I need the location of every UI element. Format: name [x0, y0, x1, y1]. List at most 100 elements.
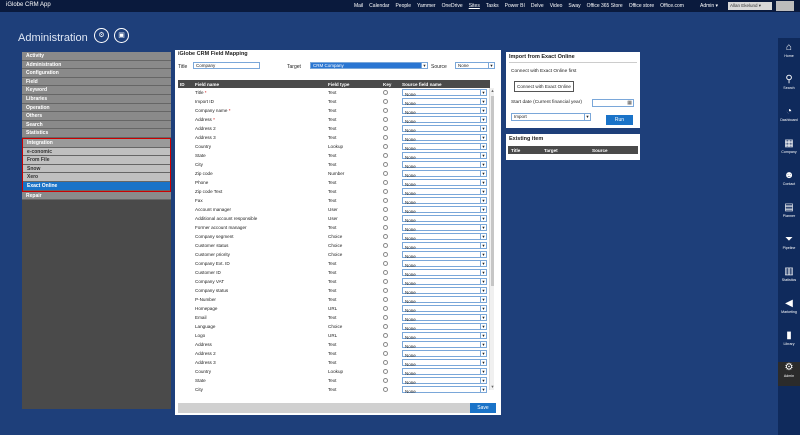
- source-field-select[interactable]: None ▼: [402, 269, 487, 277]
- key-radio[interactable]: [383, 288, 388, 293]
- sidebar-item[interactable]: Libraries: [22, 94, 171, 104]
- source-field-select[interactable]: None ▼: [402, 278, 487, 286]
- chevron-down-icon[interactable]: ▼: [480, 297, 486, 302]
- chevron-down-icon[interactable]: ▼: [480, 333, 486, 338]
- sidebar-item[interactable]: Others: [22, 112, 171, 121]
- app-title[interactable]: iGlobe CRM App: [6, 2, 51, 8]
- run-button[interactable]: Run: [606, 115, 633, 125]
- admin-menu[interactable]: Admin ▾: [700, 3, 718, 9]
- chevron-down-icon[interactable]: ▼: [480, 189, 486, 194]
- user-menu[interactable]: Allan Ekelund ▾: [728, 2, 772, 10]
- topnav-link[interactable]: Sway: [568, 3, 580, 9]
- sidebar-item[interactable]: Repair: [22, 191, 171, 201]
- key-radio[interactable]: [383, 162, 388, 167]
- chevron-down-icon[interactable]: ▼: [480, 243, 486, 248]
- topnav-link[interactable]: Power BI: [505, 3, 525, 9]
- source-field-select[interactable]: None ▼: [402, 134, 487, 142]
- rail-item-company[interactable]: ▦ Company: [778, 138, 800, 162]
- chevron-down-icon[interactable]: ▼: [480, 351, 486, 356]
- scroll-down-icon[interactable]: ▼: [490, 384, 495, 390]
- chevron-down-icon[interactable]: ▼: [480, 306, 486, 311]
- chevron-down-icon[interactable]: ▼: [421, 63, 427, 68]
- key-radio[interactable]: [383, 297, 388, 302]
- scroll-thumb[interactable]: [491, 96, 494, 286]
- sidebar-item[interactable]: Xero: [23, 173, 170, 182]
- chevron-down-icon[interactable]: ▼: [480, 360, 486, 365]
- chevron-down-icon[interactable]: ▼: [480, 234, 486, 239]
- chevron-down-icon[interactable]: ▼: [480, 279, 486, 284]
- key-radio[interactable]: [383, 90, 388, 95]
- topnav-link[interactable]: OneDrive: [442, 3, 463, 9]
- sidebar-item[interactable]: Activity: [22, 52, 171, 61]
- sidebar-item[interactable]: Statistics: [22, 129, 171, 138]
- key-radio[interactable]: [383, 225, 388, 230]
- source-field-select[interactable]: None ▼: [402, 332, 487, 340]
- source-field-select[interactable]: None ▼: [402, 251, 487, 259]
- key-radio[interactable]: [383, 180, 388, 185]
- target-select[interactable]: CRM Company ▼: [310, 62, 428, 69]
- rail-item-marketing[interactable]: ◀ Marketing: [778, 298, 800, 322]
- sidebar-item[interactable]: e-conomic: [23, 147, 170, 157]
- source-field-select[interactable]: None ▼: [402, 314, 487, 322]
- rail-item-search[interactable]: ⚲ Search: [778, 74, 800, 98]
- sidebar-item[interactable]: Administration: [22, 60, 171, 70]
- sidebar-item[interactable]: Integration: [23, 138, 170, 148]
- key-radio[interactable]: [383, 252, 388, 257]
- source-field-select[interactable]: None ▼: [402, 242, 487, 250]
- topnav-link[interactable]: Office store: [629, 3, 654, 9]
- key-radio[interactable]: [383, 315, 388, 320]
- chevron-down-icon[interactable]: ▼: [480, 324, 486, 329]
- source-field-select[interactable]: None ▼: [402, 179, 487, 187]
- source-field-select[interactable]: None ▼: [402, 215, 487, 223]
- rail-item-planner[interactable]: ▤ Planner: [778, 202, 800, 226]
- chevron-down-icon[interactable]: ▼: [480, 207, 486, 212]
- settings-icon[interactable]: ⚙: [94, 28, 109, 43]
- chevron-down-icon[interactable]: ▼: [480, 315, 486, 320]
- calendar-icon[interactable]: ▦: [627, 100, 632, 106]
- chevron-down-icon[interactable]: ▼: [480, 261, 486, 266]
- chevron-down-icon[interactable]: ▼: [480, 135, 486, 140]
- sidebar-item[interactable]: Exact Online: [23, 181, 170, 191]
- key-radio[interactable]: [383, 387, 388, 392]
- chevron-down-icon[interactable]: ▼: [480, 144, 486, 149]
- key-radio[interactable]: [383, 198, 388, 203]
- rail-item-dashboard[interactable]: ◔ Dashboard: [778, 106, 800, 130]
- rail-item-library[interactable]: ▮ Library: [778, 330, 800, 354]
- key-radio[interactable]: [383, 243, 388, 248]
- source-field-select[interactable]: None ▼: [402, 233, 487, 241]
- key-radio[interactable]: [383, 324, 388, 329]
- key-radio[interactable]: [383, 117, 388, 122]
- source-select[interactable]: None ▼: [455, 62, 495, 69]
- source-field-select[interactable]: None ▼: [402, 188, 487, 196]
- chevron-down-icon[interactable]: ▼: [480, 171, 486, 176]
- source-field-select[interactable]: None ▼: [402, 206, 487, 214]
- sidebar-item[interactable]: Snow: [23, 164, 170, 174]
- chevron-down-icon[interactable]: ▼: [584, 114, 590, 120]
- chevron-down-icon[interactable]: ▼: [480, 117, 486, 122]
- chevron-down-icon[interactable]: ▼: [480, 126, 486, 131]
- key-radio[interactable]: [383, 261, 388, 266]
- source-field-select[interactable]: None ▼: [402, 386, 487, 394]
- sidebar-item[interactable]: From File: [23, 156, 170, 165]
- key-radio[interactable]: [383, 306, 388, 311]
- source-field-select[interactable]: None ▼: [402, 260, 487, 268]
- sidebar-item[interactable]: Search: [22, 120, 171, 130]
- key-radio[interactable]: [383, 135, 388, 140]
- sidebar-item[interactable]: Operation: [22, 103, 171, 113]
- key-radio[interactable]: [383, 333, 388, 338]
- sidebar-item[interactable]: Keyword: [22, 86, 171, 95]
- title-input[interactable]: Company: [193, 62, 260, 69]
- connect-button[interactable]: Connect with Exact Online: [514, 81, 574, 92]
- import-mode-select[interactable]: Import ▼: [511, 113, 591, 121]
- key-radio[interactable]: [383, 342, 388, 347]
- chevron-down-icon[interactable]: ▼: [480, 378, 486, 383]
- topnav-link[interactable]: Office 365 Store: [587, 3, 623, 9]
- source-field-select[interactable]: None ▼: [402, 152, 487, 160]
- key-radio[interactable]: [383, 279, 388, 284]
- chevron-down-icon[interactable]: ▼: [488, 63, 494, 68]
- source-field-select[interactable]: None ▼: [402, 224, 487, 232]
- key-radio[interactable]: [383, 144, 388, 149]
- scroll-up-icon[interactable]: ▲: [490, 88, 495, 94]
- key-radio[interactable]: [383, 153, 388, 158]
- source-field-select[interactable]: None ▼: [402, 98, 487, 106]
